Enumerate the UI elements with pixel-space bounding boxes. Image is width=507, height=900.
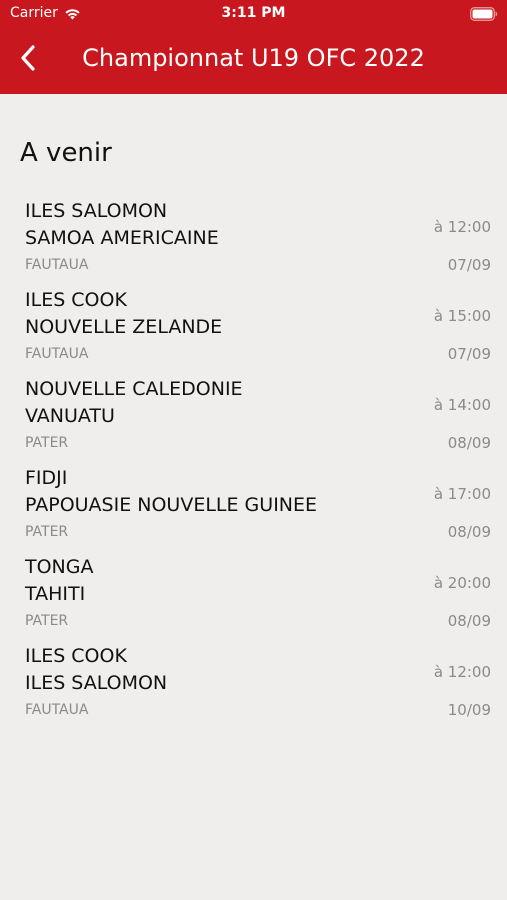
- match-row[interactable]: ILES COOK ILES SALOMON FAUTAUA à 12:00 1…: [0, 645, 507, 734]
- venue: FAUTAUA: [25, 702, 89, 718]
- away-team: TAHITI: [25, 583, 86, 605]
- away-team: NOUVELLE ZELANDE: [25, 316, 223, 338]
- screen: Carrier 3:11 PM Championnat U19 OFC 2022…: [0, 0, 507, 900]
- match-row[interactable]: ILES COOK NOUVELLE ZELANDE FAUTAUA à 15:…: [0, 289, 507, 378]
- kickoff-time: à 12:00: [433, 218, 491, 236]
- home-team: NOUVELLE CALEDONIE: [25, 378, 243, 400]
- match-list: ILES SALOMON SAMOA AMERICAINE FAUTAUA à …: [0, 200, 507, 734]
- back-button[interactable]: [10, 40, 46, 80]
- match-row[interactable]: FIDJI PAPOUASIE NOUVELLE GUINEE PATER à …: [0, 467, 507, 556]
- kickoff-time: à 17:00: [433, 485, 491, 503]
- status-time: 3:11 PM: [221, 5, 286, 21]
- match-row[interactable]: TONGA TAHITI PATER à 20:00 08/09: [0, 556, 507, 645]
- match-row[interactable]: ILES SALOMON SAMOA AMERICAINE FAUTAUA à …: [0, 200, 507, 289]
- home-team: TONGA: [25, 556, 94, 578]
- section-title: A venir: [20, 138, 112, 168]
- kickoff-time: à 20:00: [433, 574, 491, 592]
- nav-bar: Championnat U19 OFC 2022: [0, 28, 507, 94]
- battery-icon: [470, 6, 498, 21]
- home-team: ILES SALOMON: [25, 200, 168, 222]
- match-date: 08/09: [447, 434, 491, 452]
- kickoff-time: à 12:00: [433, 663, 491, 681]
- match-date: 07/09: [447, 345, 491, 363]
- venue: PATER: [25, 613, 69, 629]
- venue: PATER: [25, 435, 69, 451]
- venue: FAUTAUA: [25, 346, 89, 362]
- home-team: ILES COOK: [25, 645, 127, 667]
- kickoff-time: à 15:00: [433, 307, 491, 325]
- header: Carrier 3:11 PM Championnat U19 OFC 2022: [0, 0, 507, 94]
- venue: PATER: [25, 524, 69, 540]
- match-date: 08/09: [447, 523, 491, 541]
- match-date: 10/09: [447, 701, 491, 719]
- away-team: PAPOUASIE NOUVELLE GUINEE: [25, 494, 318, 516]
- kickoff-time: à 14:00: [433, 396, 491, 414]
- status-bar: Carrier 3:11 PM: [0, 0, 507, 28]
- away-team: ILES SALOMON: [25, 672, 168, 694]
- match-date: 07/09: [447, 256, 491, 274]
- away-team: VANUATU: [25, 405, 115, 427]
- home-team: FIDJI: [25, 467, 68, 489]
- away-team: SAMOA AMERICAINE: [25, 227, 219, 249]
- home-team: ILES COOK: [25, 289, 127, 311]
- page-title: Championnat U19 OFC 2022: [82, 44, 425, 72]
- match-row[interactable]: NOUVELLE CALEDONIE VANUATU PATER à 14:00…: [0, 378, 507, 467]
- venue: FAUTAUA: [25, 257, 89, 273]
- chevron-left-icon: [20, 45, 36, 75]
- match-date: 08/09: [447, 612, 491, 630]
